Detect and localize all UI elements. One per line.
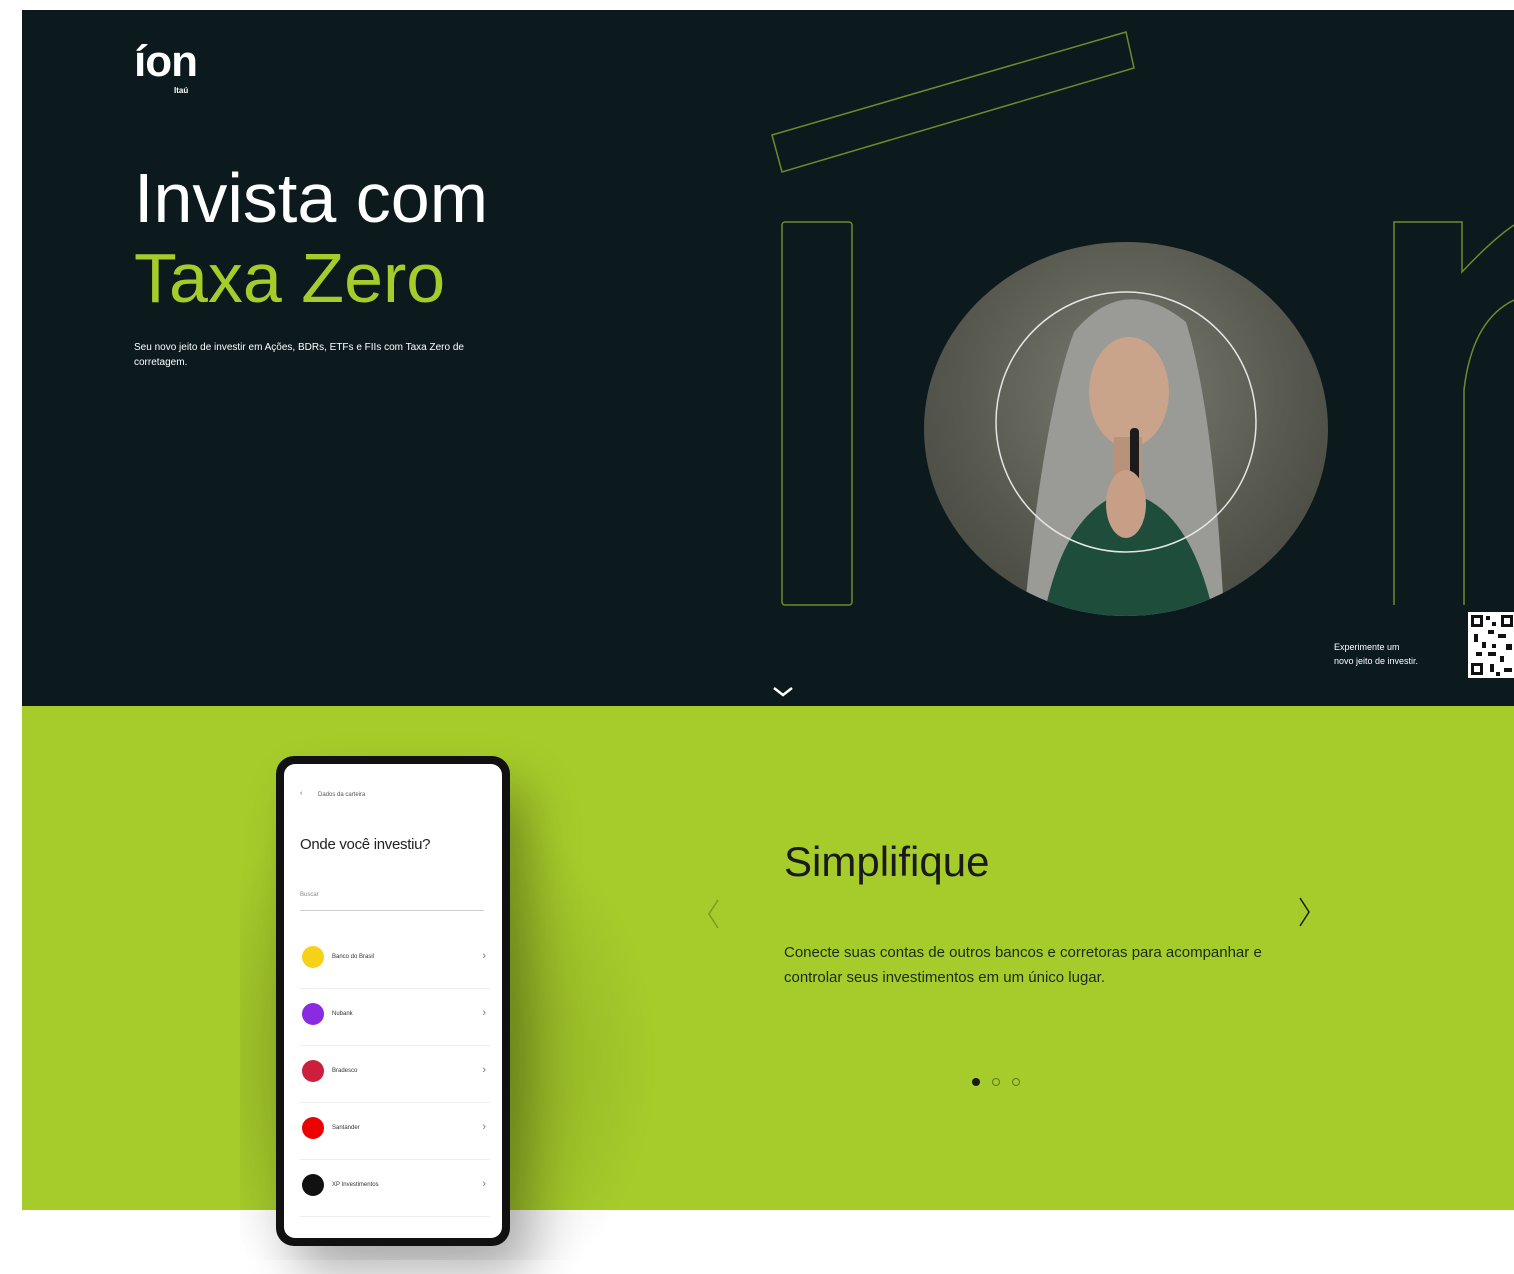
- phone-screen: ‹ Dados da carteira Onde você investiu? …: [284, 764, 502, 1238]
- hero-section: íon Itaú Invista com Taxa Zero Seu novo …: [22, 10, 1514, 706]
- carousel-next-button[interactable]: [1294, 894, 1314, 930]
- qr-caption: Experimente um novo jeito de investir.: [1334, 640, 1418, 668]
- scroll-down-button[interactable]: [768, 682, 798, 702]
- back-arrow-icon[interactable]: ‹: [300, 790, 302, 797]
- bank-row-bradesco[interactable]: Bradesco ›: [300, 1046, 490, 1103]
- nubank-logo-icon: [302, 1003, 324, 1025]
- bank-name: Santander: [332, 1125, 360, 1131]
- chevron-right-icon: ›: [482, 1007, 486, 1019]
- chevron-down-icon: [773, 687, 793, 697]
- carousel-dot-active[interactable]: [972, 1078, 980, 1086]
- woman-portrait-image: [924, 242, 1328, 616]
- xp-logo-icon: [302, 1174, 324, 1196]
- bank-row-nubank[interactable]: Nubank ›: [300, 989, 490, 1046]
- qr-code-image: [1471, 615, 1513, 676]
- chevron-right-icon: ›: [482, 950, 486, 962]
- carousel-prev-button[interactable]: [704, 896, 724, 932]
- chevron-left-icon: [708, 899, 719, 929]
- qr-caption-line1: Experimente um: [1334, 642, 1400, 652]
- chevron-right-icon: ›: [482, 1121, 486, 1133]
- carousel-title: Simplifique: [784, 838, 990, 885]
- qr-code: [1468, 612, 1514, 678]
- chevron-right-icon: ›: [482, 1178, 486, 1190]
- carousel-pagination: [972, 1078, 1024, 1090]
- bank-row-xp[interactable]: XP Investimentos ›: [300, 1160, 490, 1217]
- bradesco-logo-icon: [302, 1060, 324, 1082]
- bank-name: XP Investimentos: [332, 1182, 379, 1188]
- portrait-illustration: [995, 291, 1257, 616]
- bank-row-banco-do-brasil[interactable]: Banco do Brasil ›: [300, 932, 490, 989]
- banco-do-brasil-logo-icon: [302, 946, 324, 968]
- screen-title: Onde você investiu?: [300, 836, 431, 853]
- bank-list: Banco do Brasil › Nubank › Bradesco › Sa…: [300, 932, 490, 1217]
- search-input[interactable]: Buscar: [300, 892, 484, 911]
- screen-nav-title: Dados da carteira: [318, 792, 366, 798]
- phone-mockup: ‹ Dados da carteira Onde você investiu? …: [276, 756, 510, 1246]
- chevron-right-icon: ›: [482, 1064, 486, 1076]
- santander-logo-icon: [302, 1117, 324, 1139]
- bank-name: Nubank: [332, 1011, 353, 1017]
- carousel-dot[interactable]: [1012, 1078, 1020, 1086]
- carousel-text: Conecte suas contas de outros bancos e c…: [784, 944, 1262, 986]
- qr-caption-line2: novo jeito de investir.: [1334, 656, 1419, 666]
- bank-name: Banco do Brasil: [332, 954, 375, 960]
- bank-name: Bradesco: [332, 1068, 358, 1074]
- chevron-right-icon: [1299, 897, 1310, 927]
- carousel-dot[interactable]: [992, 1078, 1000, 1086]
- bank-row-santander[interactable]: Santander ›: [300, 1103, 490, 1160]
